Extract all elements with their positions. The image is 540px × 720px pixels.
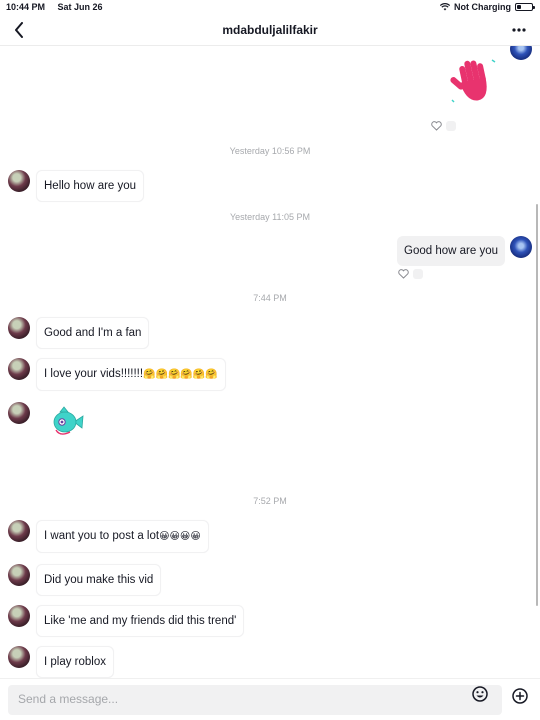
chat-header: mdabduljalilfakir [0, 14, 540, 46]
message-bubble[interactable]: Like 'me and my friends did this trend' [36, 605, 245, 637]
chat-username: mdabduljalilfakir [222, 23, 318, 37]
heart-icon[interactable] [431, 121, 442, 131]
my-avatar[interactable] [510, 236, 532, 258]
message-emojis: 😀😀😀😀 [159, 531, 201, 542]
battery-level [517, 5, 521, 9]
status-bar: 10:44 PM Sat Jun 26 Not Charging [0, 0, 540, 14]
contact-avatar[interactable] [8, 564, 30, 586]
reaction-placeholder [446, 121, 456, 131]
message-list[interactable]: Yesterday 10:56 PM Hello how are you Yes… [0, 46, 540, 678]
timestamp: Yesterday 11:05 PM [229, 212, 311, 222]
wifi-icon [440, 3, 450, 11]
heart-icon[interactable] [398, 269, 409, 279]
contact-avatar[interactable] [8, 358, 30, 380]
timestamp: 7:44 PM [253, 293, 287, 303]
reaction-row [431, 121, 456, 131]
message-bubble[interactable]: I play roblox [36, 646, 115, 678]
contact-avatar[interactable] [8, 646, 30, 668]
my-avatar[interactable] [510, 46, 532, 60]
scrollbar[interactable] [536, 204, 538, 606]
reaction-placeholder [413, 269, 423, 279]
reaction-row [398, 269, 423, 279]
timestamp: 7:52 PM [253, 496, 287, 506]
status-date: Sat Jun 26 [57, 2, 103, 12]
message-emojis: 🤗🤗🤗🤗🤗🤗 [143, 369, 218, 380]
contact-avatar[interactable] [8, 170, 30, 192]
message-input[interactable] [18, 692, 458, 706]
message-text: I want you to post a lot [44, 530, 160, 542]
my-message-bubble[interactable]: Good how are you [397, 236, 505, 266]
emoji-icon[interactable] [472, 686, 488, 702]
contact-avatar[interactable] [8, 605, 30, 627]
add-icon[interactable] [512, 688, 528, 704]
battery-icon [515, 3, 535, 11]
message-bubble[interactable]: Good and I'm a fan [36, 317, 150, 349]
message-bubble[interactable]: Hello how are you [36, 170, 145, 202]
message-text: I love your vids!!!!!!! [44, 368, 144, 380]
message-bubble[interactable]: I want you to post a lot😀😀😀😀 [36, 520, 209, 553]
more-icon [512, 28, 526, 32]
charging-status: Not Charging [454, 2, 511, 12]
waving-hand-sticker[interactable] [448, 56, 498, 106]
fish-sticker[interactable] [50, 404, 86, 438]
message-bubble[interactable]: I love your vids!!!!!!!🤗🤗🤗🤗🤗🤗 [36, 358, 226, 391]
message-input-container[interactable] [8, 685, 502, 715]
contact-avatar[interactable] [8, 317, 30, 339]
message-bubble[interactable]: Did you make this vid [36, 564, 162, 596]
more-options-button[interactable] [508, 20, 530, 40]
message-composer [0, 678, 540, 720]
contact-avatar[interactable] [8, 402, 30, 424]
contact-avatar[interactable] [8, 520, 30, 542]
timestamp: Yesterday 10:56 PM [229, 146, 311, 156]
status-time: 10:44 PM [6, 2, 46, 12]
